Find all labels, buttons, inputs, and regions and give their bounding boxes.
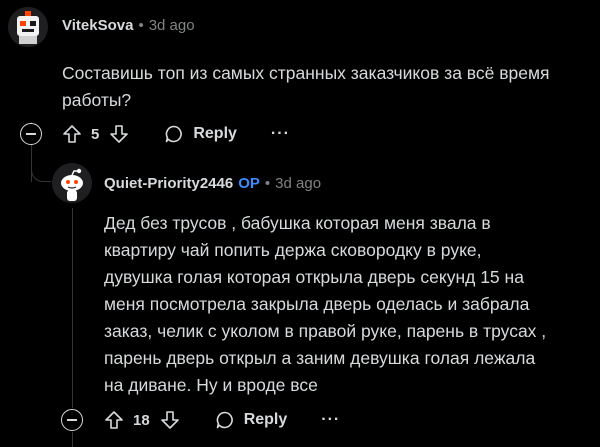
collapse-button[interactable] [20, 123, 42, 145]
comment-body-line: работы? [62, 90, 132, 110]
upvote-icon[interactable] [61, 123, 83, 145]
timestamp[interactable]: 3d ago [149, 17, 195, 34]
vote-count: 5 [91, 125, 100, 143]
comment-body-line: меня посмотрела закрыла дверь оделась и … [104, 294, 530, 314]
downvote-icon[interactable] [159, 409, 181, 431]
thread-line-elbow [31, 150, 51, 182]
avatar[interactable] [52, 163, 92, 203]
reply-label: Reply [193, 125, 237, 142]
more-options-button[interactable]: ··· [321, 411, 340, 429]
comment-body-line: Дед без трусов , бабушка которая меня зв… [104, 213, 491, 233]
thread-line-reply [72, 208, 73, 408]
reply-label: Reply [243, 411, 288, 428]
comment-body: Составишь топ из самых странных заказчик… [62, 60, 592, 114]
timestamp[interactable]: 3d ago [275, 175, 321, 192]
reply-button[interactable]: Reply [215, 410, 288, 430]
comment-body: Дед без трусов , бабушка которая меня зв… [104, 210, 594, 399]
avatar[interactable] [8, 7, 48, 47]
reply-button[interactable]: Reply [164, 124, 237, 144]
comment-body-line: Составишь топ из самых странных заказчик… [62, 63, 550, 83]
thread-line-continue [72, 432, 73, 447]
comment-body-line: заказ, челик с уколом в правой руке, пар… [104, 321, 547, 341]
comment-body-line: на диване. Ну и вроде все [104, 375, 318, 395]
upvote-icon[interactable] [103, 409, 125, 431]
comment-actions: 5 Reply ··· [61, 119, 290, 149]
collapse-button[interactable] [61, 409, 83, 431]
comment-body-line: парень дверь открыл а заним девушка гола… [104, 348, 536, 368]
vote-count: 18 [133, 411, 150, 429]
username[interactable]: Quiet-Priority2446 [104, 175, 233, 192]
comment-meta: Quiet-Priority2446 OP • 3d ago [104, 175, 321, 192]
comment-bubble-icon [166, 125, 183, 143]
downvote-icon[interactable] [108, 123, 130, 145]
separator: • [264, 175, 271, 192]
comment-body-line: квартиру чай попить держа сковородку в р… [104, 240, 482, 260]
comment-meta: VitekSova • 3d ago [62, 17, 195, 34]
comment-bubble-icon [216, 411, 233, 429]
comment-body-line: дувушка голая которая открыла дверь секу… [104, 267, 524, 287]
snoo-avatar-icon [52, 163, 92, 203]
op-badge: OP [238, 175, 260, 192]
robot-avatar-icon [8, 7, 48, 47]
separator: • [138, 17, 144, 34]
more-options-button[interactable]: ··· [271, 125, 290, 143]
comment-actions: 18 Reply ··· [103, 405, 340, 435]
username[interactable]: VitekSova [62, 17, 133, 34]
